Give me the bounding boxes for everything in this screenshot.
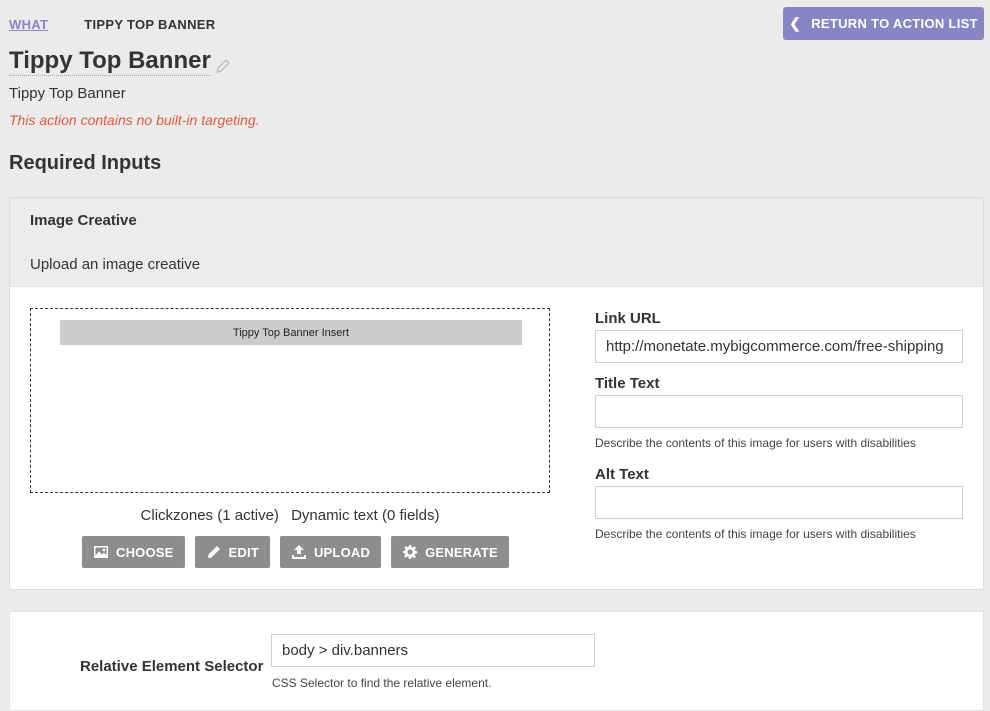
title-text-help: Describe the contents of this image for … — [595, 436, 916, 450]
relative-selector-label: Relative Element Selector — [80, 658, 264, 675]
link-url-input[interactable]: http://monetate.mybigcommerce.com/free-s… — [595, 330, 963, 363]
image-creative-title: Image Creative — [30, 212, 137, 229]
choose-button[interactable]: CHOOSE — [82, 536, 185, 568]
alt-text-help: Describe the contents of this image for … — [595, 527, 916, 541]
alt-text-label: Alt Text — [595, 466, 649, 483]
chevron-left-icon: ❮ — [789, 15, 802, 31]
breadcrumb-what-link[interactable]: WHAT — [9, 17, 48, 32]
clickzones-link[interactable]: Clickzones (1 active) — [141, 507, 279, 524]
required-inputs-heading: Required Inputs — [9, 152, 162, 174]
image-creative-panel: Image Creative Upload an image creative … — [9, 197, 984, 590]
title-text-label: Title Text — [595, 375, 660, 392]
image-tool-buttons: CHOOSE EDIT UPLOAD GENERATE — [82, 536, 509, 568]
upload-button[interactable]: UPLOAD — [279, 536, 382, 568]
relative-selector-help: CSS Selector to find the relative elemen… — [272, 676, 492, 690]
relative-selector-input[interactable]: body > div.banners — [271, 634, 595, 667]
upload-label: UPLOAD — [313, 544, 371, 560]
preview-meta: Clickzones (1 active) Dynamic text (0 fi… — [30, 507, 550, 524]
choose-label: CHOOSE — [116, 544, 174, 560]
upload-icon — [291, 545, 306, 559]
pencil-icon — [207, 546, 220, 558]
edit-label: EDIT — [228, 544, 259, 560]
link-url-label: Link URL — [595, 310, 661, 327]
image-creative-description: Upload an image creative — [30, 256, 201, 273]
generate-button[interactable]: GENERATE — [391, 536, 509, 568]
page-title[interactable]: Tippy Top Banner — [9, 47, 211, 76]
title-text-input[interactable] — [595, 395, 963, 428]
title-row: Tippy Top Banner — [9, 47, 231, 76]
edit-button[interactable]: EDIT — [194, 536, 270, 568]
breadcrumb-current: TIPPY TOP BANNER — [84, 17, 216, 32]
generate-label: GENERATE — [425, 544, 498, 560]
image-preview[interactable]: Tippy Top Banner Insert — [30, 308, 550, 493]
return-to-action-list-button[interactable]: ❮ RETURN TO ACTION LIST — [783, 7, 984, 40]
relative-selector-panel: Relative Element Selector body > div.ban… — [9, 611, 984, 711]
image-creative-header: Image Creative Upload an image creative — [10, 198, 983, 287]
targeting-warning: This action contains no built-in targeti… — [9, 112, 260, 128]
alt-text-input[interactable] — [595, 486, 963, 519]
breadcrumb: WHAT TIPPY TOP BANNER — [9, 17, 215, 32]
gear-icon — [403, 545, 418, 559]
pencil-icon[interactable] — [215, 58, 231, 74]
image-icon — [94, 546, 108, 558]
return-button-label: RETURN TO ACTION LIST — [811, 16, 978, 31]
page-subtitle: Tippy Top Banner — [9, 85, 126, 102]
banner-insert-image: Tippy Top Banner Insert — [60, 320, 522, 345]
dynamic-text-link[interactable]: Dynamic text (0 fields) — [291, 507, 439, 524]
